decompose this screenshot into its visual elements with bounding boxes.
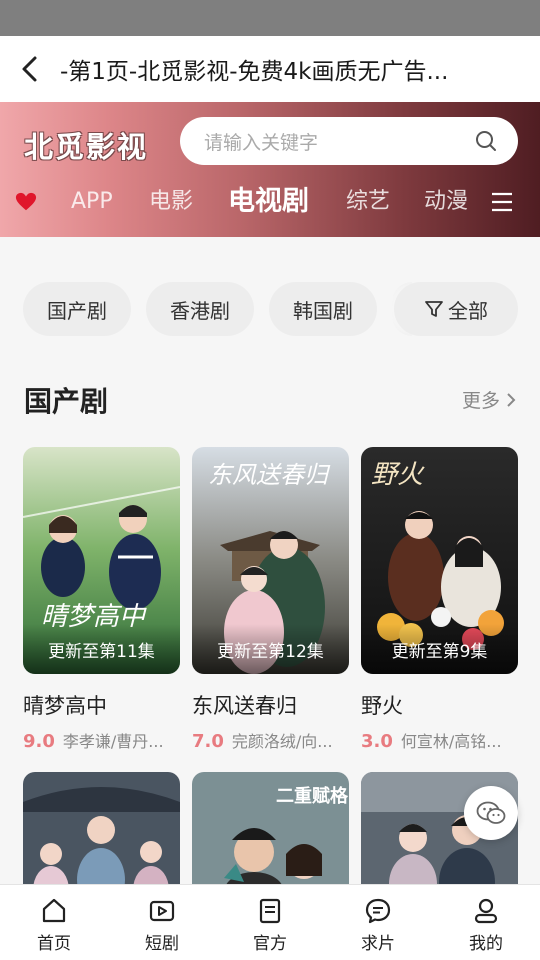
heart-icon[interactable] [15,191,37,213]
filter-chip-hongkong[interactable]: 香港剧 [146,282,254,336]
drama-card[interactable] [23,772,180,892]
section-title: 国产剧 [24,385,109,418]
poster[interactable] [23,772,180,892]
nav-item-variety[interactable]: 综艺 [346,177,390,227]
episode-badge: 更新至第9集 [391,642,488,662]
document-icon [259,898,281,924]
chevron-left-icon [22,56,37,82]
card-meta: 7.0 完颜洛绒/向... [192,728,349,752]
menu-icon[interactable] [490,191,514,213]
tab-label: 我的 [469,934,503,954]
home-icon [42,898,66,923]
tab-request[interactable]: 求片 [324,885,432,960]
cast: 何宣林/高铭... [400,732,502,751]
card-title[interactable]: 东风送春归 [192,690,349,720]
score: 7.0 [192,731,224,752]
drama-card[interactable]: 二重赋格 [192,772,349,892]
drama-card[interactable]: 晴梦高中 更新至第11集 晴梦高中 9.0 李孝谦/曹丹... [23,447,180,752]
drama-card[interactable]: 野火 更新至第9集 野火 3.0 何宣林/高铭... [361,447,518,752]
chevron-right-icon [507,392,516,407]
card-meta: 3.0 何宣林/高铭... [361,728,518,752]
section-header: 国产剧 更多 [24,380,518,420]
search-button[interactable] [462,117,510,165]
user-icon [474,898,498,924]
tab-short-drama[interactable]: 短剧 [108,885,216,960]
poster[interactable]: 二重赋格 [192,772,349,892]
nav-item-tv[interactable]: 电视剧 [228,177,309,227]
cast: 完颜洛绒/向... [231,732,333,751]
poster-title-text: 野火 [371,460,425,490]
poster[interactable]: 东风送春归 更新至第12集 [192,447,349,674]
wechat-icon [476,801,506,824]
drama-card[interactable]: 东风送春归 更新至第12集 东风送春归 7.0 完颜洛绒/向... [192,447,349,752]
card-title[interactable]: 晴梦高中 [23,690,180,720]
poster[interactable]: 晴梦高中 更新至第11集 [23,447,180,674]
score: 9.0 [23,731,55,752]
episode-badge: 更新至第11集 [48,642,155,662]
filter-all-button[interactable]: 全部 [394,282,518,336]
poster-title-text: 二重赋格 [276,785,349,807]
tab-profile[interactable]: 我的 [432,885,540,960]
tab-label: 官方 [253,934,287,954]
back-button[interactable] [0,36,60,102]
filter-bar: 国产剧 香港剧 韩国剧 全部 [0,282,540,336]
card-meta: 9.0 李孝谦/曹丹... [23,728,180,752]
filter-icon [425,301,443,317]
tab-label: 首页 [37,934,71,954]
title-bar: -第1页-北觅影视-免费4k画质无广告... [0,36,540,102]
score: 3.0 [361,731,393,752]
more-link[interactable]: 更多 [462,386,518,413]
filter-all-label: 全部 [448,298,488,323]
search-placeholder: 请输入关键字 [204,131,319,154]
search-icon [476,131,496,151]
category-nav: APP 电影 电视剧 综艺 动漫 [0,177,540,227]
bottom-tab-bar: 首页 短剧 官方 求片 我的 [0,884,540,960]
poster[interactable]: 野火 更新至第9集 [361,447,518,674]
poster-title-text: 东风送春归 [208,461,331,489]
page-title: -第1页-北觅影视-免费4k画质无广告... [60,59,449,85]
nav-item-anime[interactable]: 动漫 [424,177,468,227]
filter-chip-korea[interactable]: 韩国剧 [269,282,377,336]
poster-image: 二重赋格 [192,772,349,892]
card-title[interactable]: 野火 [361,690,518,720]
tab-home[interactable]: 首页 [0,885,108,960]
episode-badge: 更新至第12集 [217,642,324,662]
tab-label: 短剧 [145,934,179,954]
filter-chip-mainland[interactable]: 国产剧 [23,282,131,336]
wechat-float-button[interactable] [464,786,518,840]
site-logo[interactable]: 北觅影视 [24,124,148,166]
chat-icon [365,898,391,924]
nav-item-movie[interactable]: 电影 [149,177,193,227]
nav-item-app[interactable]: APP [71,177,113,227]
poster-image [23,772,180,892]
more-label: 更多 [461,390,500,412]
search-input[interactable]: 请输入关键字 [180,117,518,165]
tab-official[interactable]: 官方 [216,885,324,960]
status-bar [0,0,540,36]
play-icon [149,900,175,922]
cast: 李孝谦/曹丹... [62,732,164,751]
tab-label: 求片 [361,934,395,954]
header: 北觅影视 请输入关键字 APP 电影 电视剧 综艺 动漫 [0,102,540,237]
